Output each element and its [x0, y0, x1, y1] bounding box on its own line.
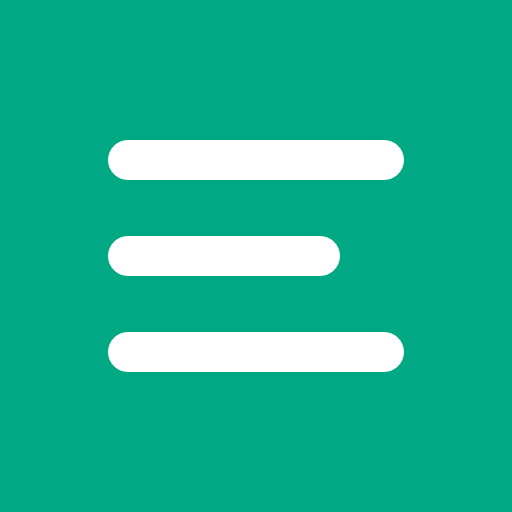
menu-line-bottom	[108, 332, 404, 372]
menu-line-middle	[108, 236, 340, 276]
menu-line-top	[108, 140, 404, 180]
menu-lines-icon	[0, 0, 512, 512]
